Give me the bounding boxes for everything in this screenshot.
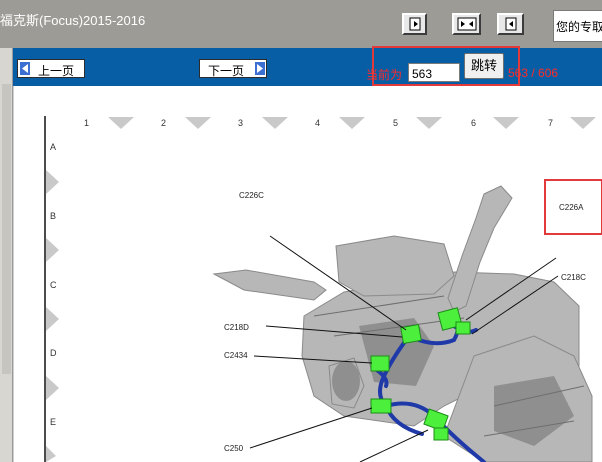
connector-label-c218d: C218D	[224, 323, 249, 332]
next-page-button[interactable]: 下一页	[199, 59, 267, 78]
connector-label-c2434: C2434	[224, 351, 248, 360]
connector-label-c226c: C226C	[239, 191, 264, 200]
prev-page-button[interactable]: 上一页	[17, 59, 85, 78]
window-title: 福克斯(Focus)2015-2016	[0, 13, 146, 28]
column-number: 2	[161, 118, 167, 128]
next-page-label: 下一页	[208, 64, 245, 78]
single-page-icon	[409, 17, 420, 31]
double-page-button[interactable]	[452, 13, 481, 35]
connector-label-c218c: C218C	[561, 273, 586, 282]
double-page-icon	[457, 17, 476, 31]
column-number: 7	[548, 118, 554, 128]
search-field[interactable]: 您的专取	[553, 10, 602, 42]
left-scrollbar[interactable]	[0, 48, 13, 462]
row-letter: C	[50, 280, 57, 290]
fit-page-icon	[505, 17, 516, 31]
arrow-right-icon	[255, 62, 265, 75]
fit-page-button[interactable]	[497, 13, 524, 35]
column-number: 6	[471, 118, 477, 128]
connector-label-c226a: C226A	[559, 203, 584, 212]
column-number: 5	[393, 118, 399, 128]
row-letter: A	[50, 142, 57, 152]
connector-label-c250: C250	[224, 444, 244, 453]
prev-page-label: 上一页	[38, 64, 75, 78]
document-page: 1 2 3 4 5 6 7 A B C D E C226C C226A C218…	[13, 86, 602, 462]
row-letter: E	[50, 417, 57, 427]
arrow-left-icon	[20, 62, 30, 75]
viewer-window: 福克斯(Focus)2015-2016 您的专取 上一页 下一页 当前为 563…	[0, 0, 602, 462]
column-number: 1	[84, 118, 90, 128]
column-number: 3	[238, 118, 244, 128]
row-letter: B	[50, 211, 57, 221]
column-number: 4	[315, 118, 321, 128]
wiring-diagram	[44, 116, 602, 462]
title-bar: 福克斯(Focus)2015-2016 您的专取	[0, 0, 602, 48]
scrollbar-thumb[interactable]	[2, 84, 11, 374]
row-letter: D	[50, 348, 57, 358]
single-page-button[interactable]	[402, 13, 427, 35]
jump-highlight-box	[372, 46, 520, 86]
